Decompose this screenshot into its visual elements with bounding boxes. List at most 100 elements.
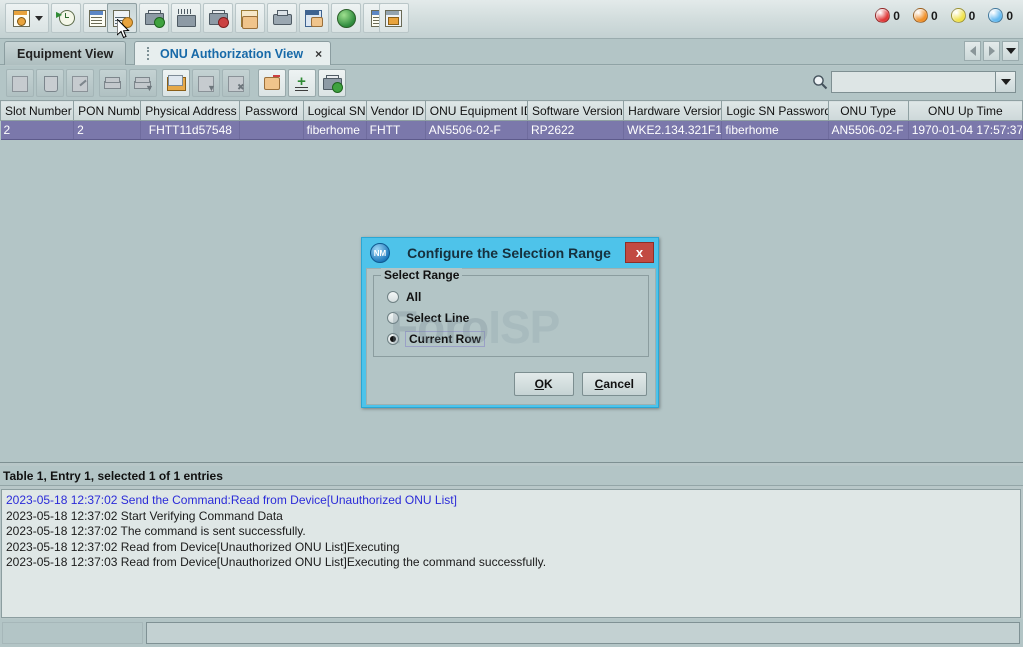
radio-current-row-circle	[387, 332, 399, 345]
table-status-text: Table 1, Entry 1, selected 1 of 1 entrie…	[3, 468, 223, 483]
table-cell[interactable]: 1970-01-04 17:57:37	[908, 120, 1023, 140]
warning-alarm-dot	[988, 8, 1004, 23]
table-cell[interactable]: RP2622	[527, 120, 625, 140]
table-toolbar-group-copy: ▼	[98, 69, 158, 97]
application-window: ▶ 0 0 0 0 Equipment View ONU Authorizati…	[0, 0, 1023, 647]
tab-equipment-view-label: Equipment View	[17, 46, 114, 61]
main-toolbar: ▶ 0 0 0 0	[0, 0, 1023, 39]
unauthorized-onu-table[interactable]: Slot NumberPON NumberPhysical AddressPas…	[0, 100, 1023, 140]
major-alarm-dot	[912, 8, 928, 23]
minor-alarm-count: 0	[968, 8, 976, 23]
chevron-down-icon[interactable]	[34, 15, 43, 21]
table-column-header[interactable]: PON Number	[73, 100, 142, 121]
table-cell[interactable]	[239, 120, 304, 140]
tab-next-button[interactable]	[983, 41, 1000, 61]
table-column-header[interactable]: Physical Address	[140, 100, 241, 121]
network-globe-button[interactable]	[331, 3, 361, 33]
table-column-header[interactable]: Logical SN	[302, 100, 367, 121]
radio-select-line-label: Select Line	[406, 310, 470, 325]
server-button[interactable]	[267, 3, 297, 33]
radio-all[interactable]: All	[387, 286, 640, 307]
table-cell[interactable]: fiberhome	[721, 120, 829, 140]
tab-equipment-view[interactable]: Equipment View	[4, 41, 127, 65]
edit-record-button[interactable]	[66, 69, 94, 97]
chevron-left-icon	[969, 46, 976, 56]
help-window-button[interactable]	[379, 3, 409, 33]
tab-navigation	[962, 41, 1019, 61]
table-cell[interactable]: WKE2.134.321F1G	[623, 120, 723, 140]
stack-icon	[103, 74, 123, 92]
table-column-header[interactable]: Hardware Version	[623, 100, 723, 121]
table-column-header[interactable]: Slot Number	[0, 100, 75, 121]
critical-alarm-lamp[interactable]: 0	[875, 8, 900, 23]
cancel-button-mnemonic: C	[594, 377, 604, 391]
dialog-close-button[interactable]: x	[625, 242, 654, 263]
ok-button[interactable]: OK	[513, 372, 574, 396]
copy-rows-button[interactable]	[99, 69, 127, 97]
page-down-icon: ▼	[196, 74, 216, 93]
download-row-button[interactable]: ▼	[192, 69, 220, 97]
table-cell[interactable]: 2	[0, 120, 75, 140]
tab-prev-button[interactable]	[964, 41, 981, 61]
server-icon	[272, 9, 292, 27]
log-line: 2023-05-18 12:37:02 Start Verifying Comm…	[6, 508, 283, 523]
add-device-button[interactable]	[139, 3, 169, 33]
command-log-panel[interactable]: 2023-05-18 12:37:02 Send the Command:Rea…	[1, 489, 1021, 618]
table-cell[interactable]: fiberhome	[303, 120, 367, 140]
radio-current-row-label: Current Row	[405, 330, 485, 347]
minor-alarm-lamp[interactable]: 0	[950, 8, 976, 23]
new-record-button[interactable]	[6, 69, 34, 97]
table-cell[interactable]: FHTT	[366, 120, 426, 140]
paste-rows-button[interactable]: ▼	[129, 69, 157, 97]
radio-all-label: All	[406, 289, 422, 304]
tab-onu-authorization-view-label: ONU Authorization View	[160, 46, 304, 61]
discover-device-button[interactable]	[171, 3, 201, 33]
add-line-button[interactable]: +	[288, 69, 316, 97]
authorize-button[interactable]	[318, 69, 346, 97]
select-range-button[interactable]	[258, 69, 286, 97]
close-icon[interactable]: ×	[315, 47, 322, 61]
table-cell[interactable]: 2	[73, 120, 142, 140]
tab-onu-authorization-view[interactable]: ONU Authorization View ×	[134, 41, 332, 65]
search-icon[interactable]	[808, 69, 831, 95]
book-refresh-icon	[166, 74, 186, 92]
table-column-header[interactable]: ONU Up Time	[907, 100, 1023, 121]
equipment-view-button[interactable]	[5, 3, 49, 33]
dialog-title-bar[interactable]: NM Configure the Selection Range x	[362, 238, 658, 268]
cancel-row-button[interactable]: ✖	[222, 69, 250, 97]
table-column-header[interactable]: Logic SN Password	[721, 100, 829, 121]
table-column-header[interactable]: ONU Equipment ID	[424, 100, 528, 121]
table-toolbar: ▼ ▼ ✖ +	[0, 66, 1023, 100]
table-row[interactable]: 2 2 FHTT11d57548 fiberhome FHTT AN5506-02-F RP…	[0, 120, 1023, 140]
warning-alarm-count: 0	[1006, 8, 1013, 23]
radio-current-row[interactable]: Current Row	[387, 328, 640, 349]
radio-select-line[interactable]: Select Line	[387, 307, 640, 328]
major-alarm-lamp[interactable]: 0	[912, 8, 938, 23]
database-hand-icon	[304, 9, 324, 27]
tab-list-button[interactable]	[1002, 41, 1019, 61]
database-button[interactable]	[299, 3, 329, 33]
table-cell[interactable]: FHTT11d57548	[140, 120, 241, 140]
table-column-header[interactable]: Password	[239, 100, 304, 121]
read-from-device-button[interactable]	[107, 3, 137, 33]
select-range-fieldset: Select Range All Select Line Current Row	[373, 268, 649, 357]
dialog-body: Select Range All Select Line Current Row…	[366, 268, 656, 405]
delete-record-button[interactable]	[36, 69, 64, 97]
table-column-header[interactable]: Software Version	[526, 100, 625, 121]
table-cell[interactable]: AN5506-02-F	[828, 120, 909, 140]
table-header-row: Slot NumberPON NumberPhysical AddressPas…	[0, 100, 1023, 121]
search-input[interactable]	[831, 71, 997, 93]
cancel-button[interactable]: Cancel	[581, 372, 647, 396]
authorize-onu-button[interactable]	[235, 3, 265, 33]
window-status-bar	[0, 619, 1023, 647]
table-column-header[interactable]: Vendor ID	[365, 100, 426, 121]
table-cell[interactable]: AN5506-02-F	[425, 120, 528, 140]
remove-device-button[interactable]	[203, 3, 233, 33]
refresh-table-button[interactable]	[162, 69, 190, 97]
table-column-header[interactable]: ONU Type	[827, 100, 909, 121]
search-dropdown-button[interactable]	[996, 71, 1016, 93]
device-remove-icon	[208, 9, 229, 28]
scheduled-task-button[interactable]: ▶	[51, 3, 81, 33]
hand-pointer-icon	[262, 74, 282, 92]
warning-alarm-lamp[interactable]: 0	[988, 8, 1013, 23]
